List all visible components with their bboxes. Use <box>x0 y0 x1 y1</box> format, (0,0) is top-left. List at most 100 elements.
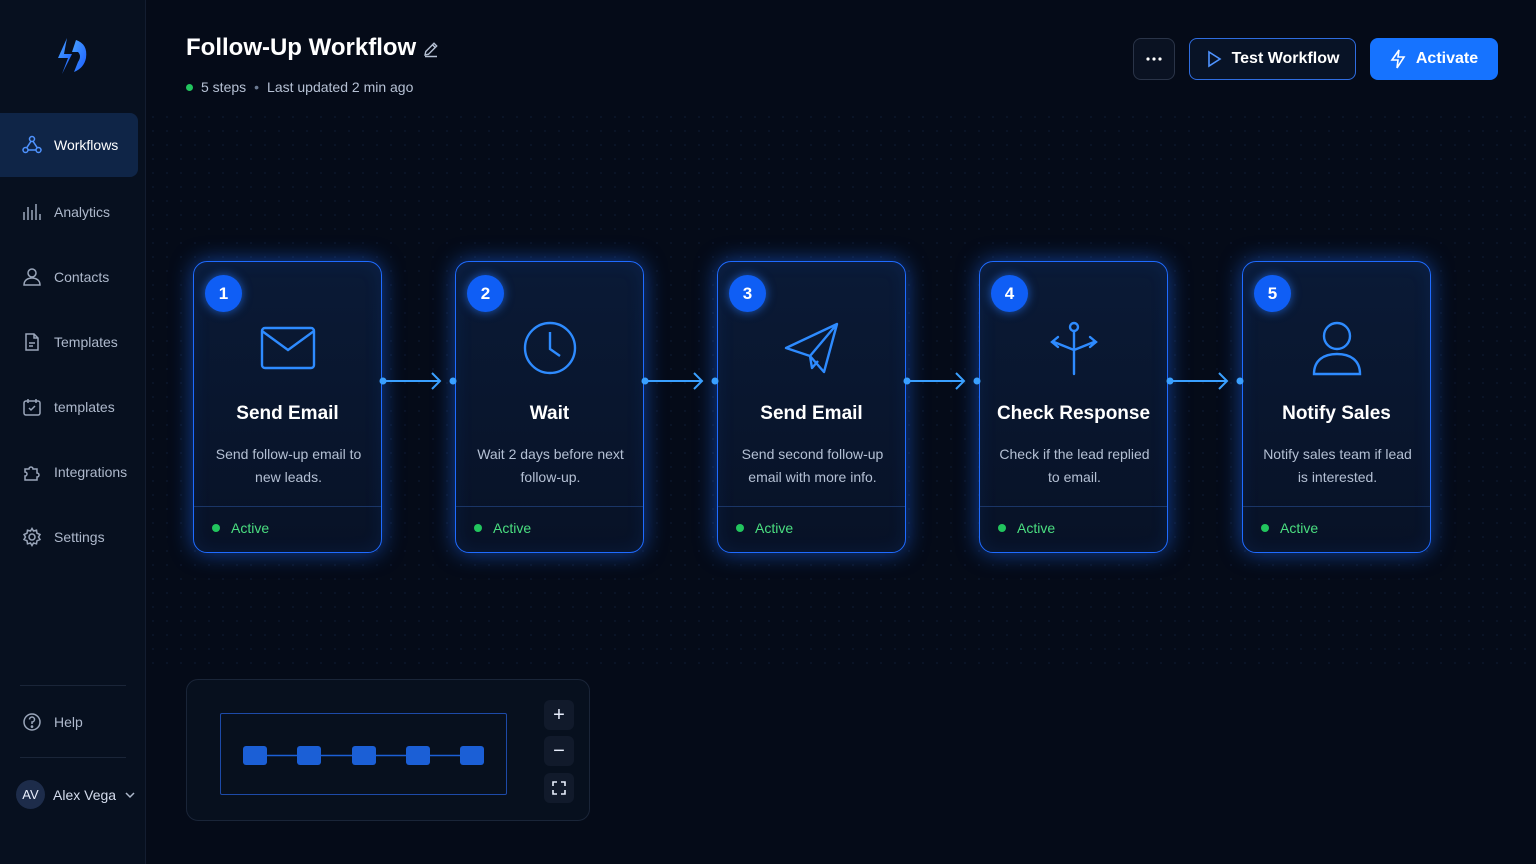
more-horizontal-icon <box>1146 57 1162 61</box>
sidebar-item-settings[interactable]: Settings <box>0 505 138 569</box>
workflow-step-3[interactable]: 3 Send Email Send second follow-up email… <box>717 261 906 553</box>
document-icon <box>25 333 39 351</box>
fullscreen-icon <box>552 781 566 795</box>
minimap-preview <box>243 746 484 765</box>
status-dot <box>736 524 744 532</box>
sidebar: Workflows Analytics Contacts Templates t… <box>0 0 146 864</box>
step-description: Send follow-up email to new leads. <box>215 446 362 485</box>
user-name: Alex Vega <box>53 786 117 803</box>
step-title: Send Email <box>760 403 863 424</box>
status-badge: Active <box>736 520 793 536</box>
sidebar-divider <box>20 685 126 686</box>
workflow-icon <box>22 135 42 154</box>
step-description: Send second follow-up email with more in… <box>741 446 884 485</box>
sidebar-item-templates[interactable]: Templates <box>0 310 138 374</box>
sidebar-item-label: Contacts <box>54 269 110 285</box>
help-icon <box>23 713 41 731</box>
logo-icon <box>58 38 87 74</box>
workflow-meta: 5 steps • Last updated 2 min ago <box>186 79 413 95</box>
connector-arrow <box>641 372 719 390</box>
template-icon <box>23 399 41 416</box>
status-badge: Active <box>998 520 1055 536</box>
sidebar-item-help[interactable]: Help <box>0 690 138 754</box>
user-menu[interactable]: AV Alex Vega <box>16 780 136 809</box>
step-divider <box>456 506 643 507</box>
workflow-step-1[interactable]: 1 Send Email Send follow-up email to new… <box>193 261 382 553</box>
test-workflow-button[interactable]: Test Workflow <box>1189 38 1356 80</box>
step-number-badge: 5 <box>1254 275 1291 312</box>
status-dot <box>212 524 220 532</box>
sidebar-item-integrations[interactable]: Integrations <box>0 440 138 504</box>
minimap-node <box>406 746 430 765</box>
step-description: Wait 2 days before next follow-up. <box>477 446 624 485</box>
zoom-in-button[interactable]: + <box>544 700 574 730</box>
activate-label: Activate <box>1415 50 1479 67</box>
fit-view-button[interactable] <box>544 773 574 803</box>
connector-arrow <box>903 372 981 390</box>
sidebar-item-contacts[interactable]: Contacts <box>0 245 138 309</box>
status-label: Active <box>1280 520 1319 536</box>
status-dot <box>186 83 193 91</box>
minimap-viewport[interactable] <box>220 713 507 795</box>
step-title: Send Email <box>236 403 339 424</box>
step-title: Notify Sales <box>1282 403 1391 424</box>
step-divider <box>194 506 381 507</box>
edit-icon[interactable] <box>422 40 440 58</box>
more-button[interactable] <box>1133 38 1175 80</box>
step-description: Check if the lead replied to email. <box>999 446 1150 485</box>
step-divider <box>980 506 1167 507</box>
play-icon <box>1207 50 1222 68</box>
step-divider <box>718 506 905 507</box>
last-updated: Last updated 2 min ago <box>267 79 414 95</box>
sidebar-item-label: Templates <box>54 334 118 350</box>
puzzle-icon <box>24 466 40 481</box>
status-label: Active <box>231 520 270 536</box>
branch-icon <box>1050 321 1098 376</box>
status-label: Active <box>1017 520 1056 536</box>
zoom-out-button[interactable]: − <box>544 736 574 766</box>
sidebar-item-templates-2[interactable]: templates <box>0 375 138 439</box>
minimap-node <box>243 746 267 765</box>
step-number-badge: 3 <box>729 275 766 312</box>
step-description: Notify sales team if lead is interested. <box>1263 446 1412 485</box>
status-dot <box>1261 524 1269 532</box>
sidebar-item-label: templates <box>54 399 115 415</box>
step-title: Check Response <box>996 403 1151 424</box>
status-badge: Active <box>474 520 531 536</box>
status-dot <box>474 524 482 532</box>
step-number-badge: 4 <box>991 275 1028 312</box>
sidebar-item-analytics[interactable]: Analytics <box>0 180 138 244</box>
mail-icon <box>260 326 316 370</box>
status-label: Active <box>493 520 532 536</box>
workflow-step-5[interactable]: 5 Notify Sales Notify sales team if lead… <box>1242 261 1431 553</box>
step-divider <box>1243 506 1430 507</box>
test-workflow-label: Test Workflow <box>1231 50 1340 67</box>
step-number-badge: 1 <box>205 275 242 312</box>
separator-dot: • <box>254 79 260 95</box>
sidebar-item-workflows[interactable]: Workflows <box>0 113 138 177</box>
minimap: + − <box>186 679 590 821</box>
status-label: Active <box>755 520 794 536</box>
activate-button[interactable]: Activate <box>1370 38 1498 80</box>
status-dot <box>998 524 1006 532</box>
status-badge: Active <box>1261 520 1318 536</box>
minimap-node <box>297 746 321 765</box>
sidebar-item-label: Integrations <box>54 464 128 480</box>
minimap-node <box>352 746 376 765</box>
workflow-step-4[interactable]: 4 Check Response Check if the lead repli… <box>979 261 1168 553</box>
step-number-badge: 2 <box>467 275 504 312</box>
gear-icon <box>22 527 42 547</box>
user-icon <box>1312 321 1362 376</box>
send-icon <box>784 322 839 374</box>
clock-icon <box>523 321 577 375</box>
connector-arrow <box>1166 372 1244 390</box>
app-root: Workflows Analytics Contacts Templates t… <box>0 0 1536 864</box>
page-title: Follow-Up Workflow <box>186 34 417 61</box>
user-icon <box>23 268 41 286</box>
avatar: AV <box>16 780 45 809</box>
chevron-down-icon <box>125 791 135 798</box>
workflow-step-2[interactable]: 2 Wait Wait 2 days before next follow-up… <box>455 261 644 553</box>
sidebar-divider <box>20 757 126 758</box>
minimap-node <box>460 746 484 765</box>
step-title: Wait <box>529 403 570 424</box>
